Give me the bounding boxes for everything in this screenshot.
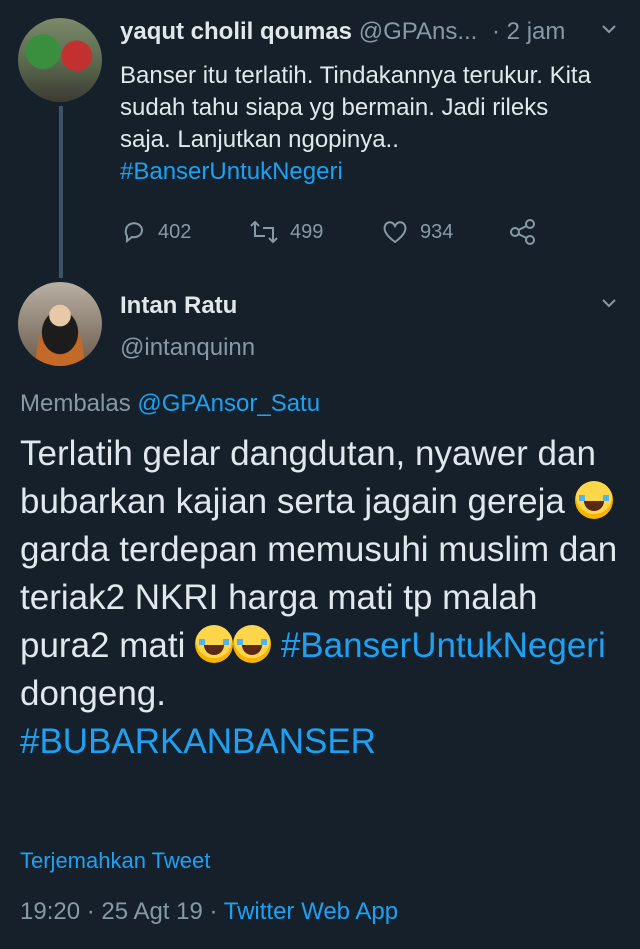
tweet1-header: yaqut cholil qoumas @GPAns... · 2 jam — [120, 16, 590, 48]
avatar-intan[interactable] — [18, 282, 102, 366]
chevron-down-icon[interactable] — [598, 292, 620, 320]
tweet1-display-name[interactable]: yaqut cholil qoumas — [120, 18, 352, 45]
reply-action[interactable]: 402 — [120, 218, 191, 246]
reply-prefix: Membalas — [20, 390, 131, 417]
tweet1-hashtag[interactable]: #BanserUntukNegeri — [120, 158, 343, 185]
retweet-count: 499 — [290, 220, 324, 243]
tweet2-body: Terlatih gelar dangdutan, nyawer dan bub… — [20, 430, 620, 766]
tears-of-joy-emoji-icon — [574, 481, 613, 519]
tweet1-text: Banser itu terlatih. Tindakannya terukur… — [120, 62, 591, 153]
meta-separator: · — [209, 898, 218, 925]
like-icon — [383, 221, 407, 244]
tweet2-text-part1: Terlatih gelar dangdutan, nyawer dan bub… — [20, 434, 596, 521]
tweet2-source[interactable]: Twitter Web App — [224, 898, 398, 925]
translate-tweet-link[interactable]: Terjemahkan Tweet — [20, 846, 210, 876]
reply-context: Membalas @GPAnsor_Satu — [20, 388, 320, 420]
share-icon — [510, 219, 535, 245]
tears-of-joy-emoji-icon — [233, 625, 272, 663]
tweet2-text-part3: dongeng. — [20, 674, 166, 713]
avatar-yaqut[interactable] — [18, 18, 102, 102]
meta-separator: · — [86, 898, 95, 925]
tweet2-hashtag1[interactable]: #BanserUntukNegeri — [281, 626, 606, 665]
tweet2-meta: 19:20 · 25 Agt 19 · Twitter Web App — [20, 896, 398, 928]
retweet-icon — [250, 220, 278, 244]
thread-connector-line — [59, 106, 63, 278]
chevron-down-icon[interactable] — [598, 18, 620, 46]
tweet2-handle[interactable]: @intanquinn — [120, 332, 255, 364]
tweet2-date[interactable]: 25 Agt 19 — [101, 898, 202, 925]
tweet2-time[interactable]: 19:20 — [20, 898, 80, 925]
reply-count: 402 — [158, 220, 192, 243]
tweet1-body: Banser itu terlatih. Tindakannya terukur… — [120, 60, 600, 188]
tweet2-hashtag2[interactable]: #BUBARKANBANSER — [20, 722, 376, 761]
retweet-action[interactable]: 499 — [248, 218, 323, 246]
tweet2-display-name[interactable]: Intan Ratu — [120, 290, 237, 322]
tweet1-handle[interactable]: @GPAns... — [359, 18, 478, 45]
like-action[interactable]: 934 — [380, 218, 453, 246]
like-count: 934 — [420, 220, 454, 243]
reply-to-handle[interactable]: @GPAnsor_Satu — [137, 390, 320, 417]
share-action[interactable] — [508, 218, 538, 246]
reply-icon — [124, 222, 143, 244]
tweet1-separator: · — [492, 18, 500, 45]
tweet1-time[interactable]: 2 jam — [507, 18, 566, 45]
tears-of-joy-emoji-icon — [195, 625, 234, 663]
